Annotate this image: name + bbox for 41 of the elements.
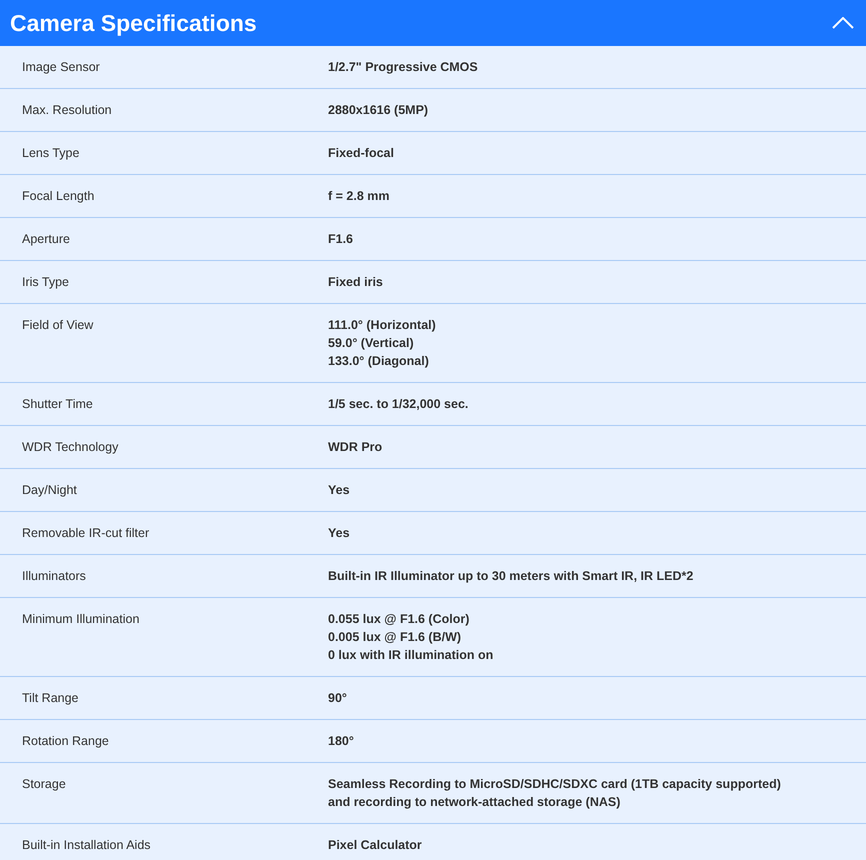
spec-label: Built-in Installation Aids bbox=[22, 837, 152, 854]
spec-label: Lens Type bbox=[22, 145, 80, 162]
panel-header[interactable]: Camera Specifications bbox=[0, 0, 866, 46]
panel-title: Camera Specifications bbox=[10, 9, 257, 38]
spec-label: Removable IR-cut filter bbox=[22, 525, 150, 542]
spec-label: Iris Type bbox=[22, 274, 70, 291]
spec-value: WDR Pro bbox=[328, 439, 384, 456]
spec-value: Fixed iris bbox=[328, 274, 384, 291]
spec-label: Day/Night bbox=[22, 482, 78, 499]
spec-value: Yes bbox=[328, 482, 351, 499]
spec-label: Minimum Illumination bbox=[22, 611, 140, 628]
spec-value: 59.0° (Vertical) bbox=[328, 335, 415, 352]
spec-label: Shutter Time bbox=[22, 396, 94, 413]
spec-value: 1/5 sec. to 1/32,000 sec. bbox=[328, 396, 470, 413]
spec-value: f = 2.8 mm bbox=[328, 188, 390, 205]
spec-label: WDR Technology bbox=[22, 439, 120, 456]
spec-label: Rotation Range bbox=[22, 733, 110, 750]
spec-value: F1.6 bbox=[328, 231, 354, 248]
spec-value: Pixel Calculator bbox=[328, 837, 423, 854]
spec-label: Max. Resolution bbox=[22, 102, 113, 119]
spec-label: Focal Length bbox=[22, 188, 96, 205]
spec-value: Yes bbox=[328, 525, 351, 542]
spec-value: 1/2.7" Progressive CMOS bbox=[328, 59, 479, 76]
spec-value: 0.055 lux @ F1.6 (Color) bbox=[328, 611, 470, 628]
spec-label: Illuminators bbox=[22, 568, 87, 585]
spec-label: Field of View bbox=[22, 317, 94, 334]
spec-label: Image Sensor bbox=[22, 59, 101, 76]
spec-label: Aperture bbox=[22, 231, 71, 248]
spec-value: 133.0° (Diagonal) bbox=[328, 353, 430, 370]
spec-value: Seamless Recording to MicroSD/SDHC/SDXC card (1TB capacity supported) and recording to network-attached storage (NAS) bbox=[328, 776, 782, 811]
chevron-icon[interactable] bbox=[832, 17, 854, 29]
spec-value: 180° bbox=[328, 733, 355, 750]
spec-label: Storage bbox=[22, 776, 67, 793]
spec-value: Built-in IR Illuminator up to 30 meters with Smart IR, IR LED*2 bbox=[328, 568, 694, 585]
spec-value: 2880x1616 (5MP) bbox=[328, 102, 430, 119]
spec-value: 0 lux with IR illumination on bbox=[328, 647, 494, 664]
spec-label: Tilt Range bbox=[22, 690, 80, 707]
spec-value: 0.005 lux @ F1.6 (B/W) bbox=[328, 629, 462, 646]
spec-value: Fixed-focal bbox=[328, 145, 395, 162]
spec-value: 90° bbox=[328, 690, 348, 707]
spec-value: 111.0° (Horizontal) bbox=[328, 317, 437, 334]
